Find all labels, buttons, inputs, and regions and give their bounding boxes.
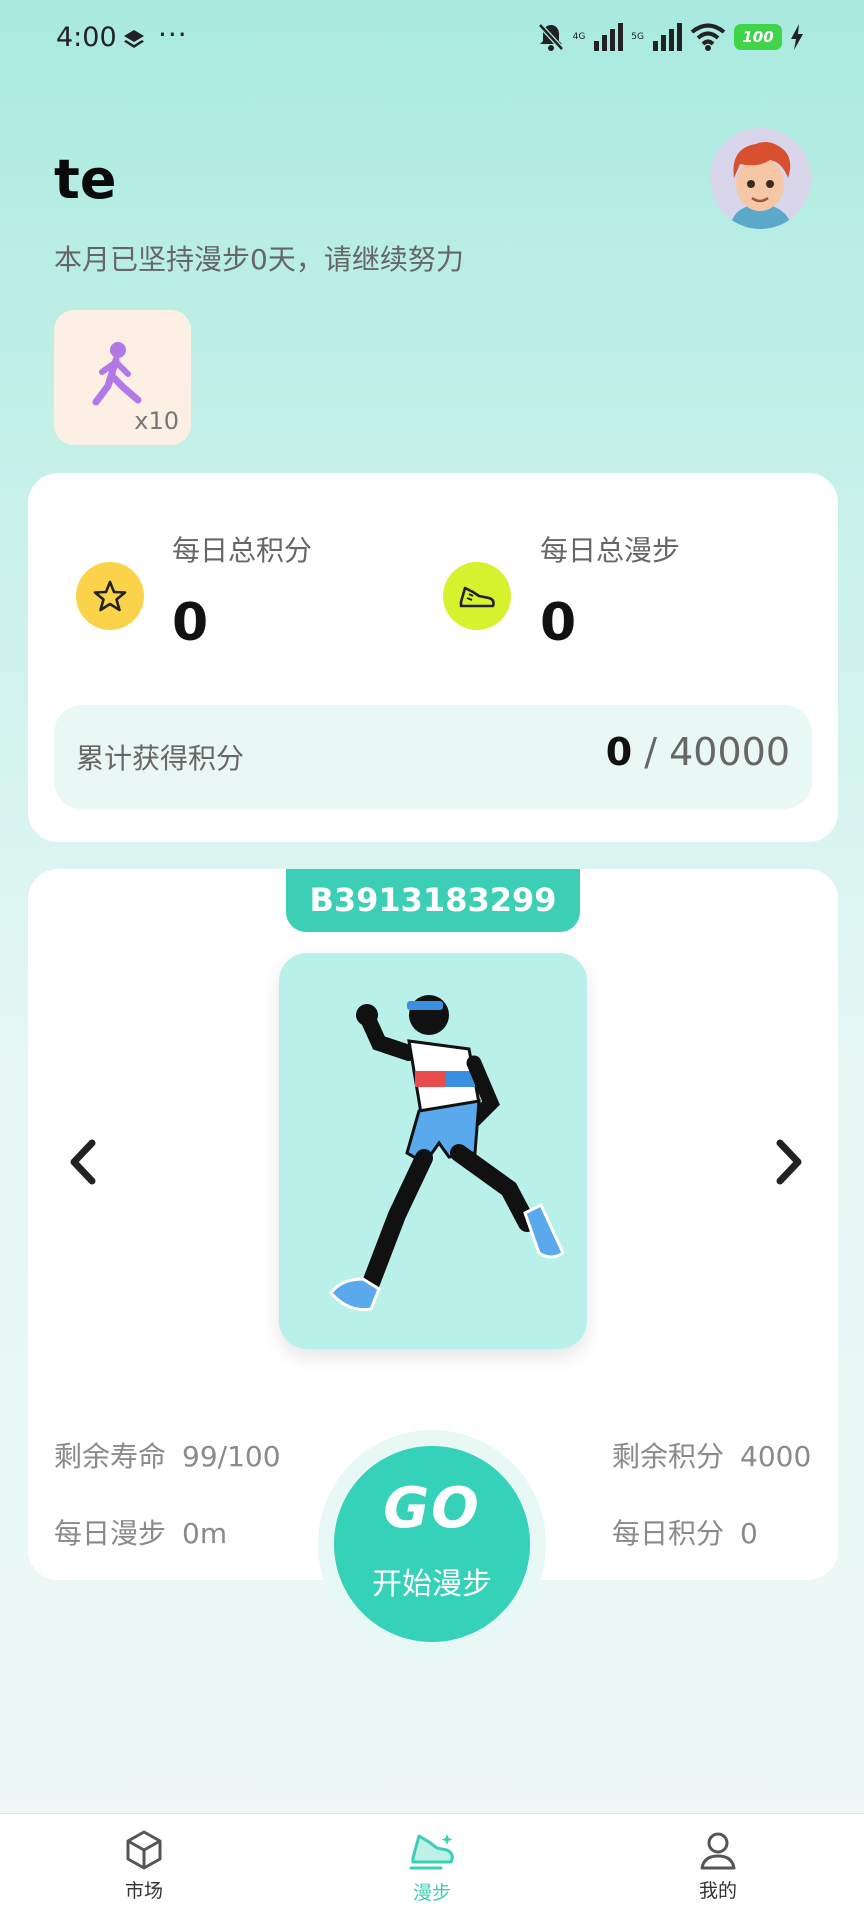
daily-walk-label: 每日漫步 <box>54 1517 167 1550</box>
badge-count: x10 <box>134 407 179 435</box>
daily-walk-value: 0m <box>182 1517 228 1550</box>
remaining-life-label: 剩余寿命 <box>54 1440 167 1473</box>
remaining-life: 剩余寿命 99/100 <box>54 1435 281 1475</box>
daily-steps-value: 0 <box>540 593 577 653</box>
nav-label-walk: 漫步 <box>412 1882 451 1904</box>
bottom-nav: 市场 漫步 我的 <box>0 1813 864 1920</box>
network-4g-label: 4G <box>572 32 586 42</box>
avatar-image <box>710 128 811 229</box>
network-5g-label: 5G <box>631 32 644 42</box>
more-dots-icon: ··· <box>158 18 188 51</box>
daily-points-label: 每日积分 <box>612 1517 725 1550</box>
runner-image[interactable] <box>279 953 587 1349</box>
cumulative-separator: / <box>632 730 670 774</box>
battery-indicator: 100 <box>734 24 782 50</box>
star-icon <box>93 580 127 612</box>
cumulative-points-label: 累计获得积分 <box>76 742 245 775</box>
go-text: GO <box>383 1476 481 1541</box>
start-walk-button[interactable]: GO 开始漫步 <box>334 1446 530 1642</box>
remaining-points-value: 4000 <box>740 1440 812 1473</box>
points-icon-circle <box>76 562 144 630</box>
walker-code: B3913183299 <box>286 869 580 932</box>
cumulative-points-box: 累计获得积分 0 / 40000 <box>54 705 812 809</box>
steps-icon-circle <box>443 562 511 630</box>
charging-bolt-icon <box>791 24 803 50</box>
remaining-life-value: 99/100 <box>182 1440 281 1473</box>
walking-person-icon <box>92 342 142 406</box>
sneaker-icon <box>459 586 495 608</box>
status-time: 4:00 <box>56 22 117 53</box>
sneaker-icon <box>409 1834 454 1870</box>
prev-arrow-icon[interactable] <box>64 1137 104 1187</box>
mute-bell-icon <box>537 23 564 51</box>
remaining-points: 剩余积分 4000 <box>612 1435 811 1475</box>
nav-item-walk[interactable]: 漫步 <box>372 1828 492 1905</box>
start-walk-label: 开始漫步 <box>372 1567 492 1602</box>
avatar[interactable] <box>710 128 811 229</box>
status-bar: 4:00 ··· 4G 5G 100 <box>0 0 864 80</box>
achievement-badge[interactable]: x10 <box>54 310 191 445</box>
wifi-icon <box>690 23 726 51</box>
runner-illustration <box>329 995 565 1312</box>
username: te <box>54 148 117 211</box>
signal-icon <box>653 23 682 51</box>
daily-points-value: 0 <box>740 1517 758 1550</box>
signal-icon <box>594 23 624 51</box>
nav-item-mine[interactable]: 我的 <box>658 1828 778 1903</box>
nav-item-market[interactable]: 市场 <box>84 1828 204 1903</box>
daily-walk: 每日漫步 0m <box>54 1512 227 1552</box>
nav-label-mine: 我的 <box>698 1880 737 1902</box>
layers-icon <box>124 30 144 48</box>
daily-steps-label: 每日总漫步 <box>540 534 681 567</box>
daily-points: 每日积分 0 <box>612 1512 758 1552</box>
cube-icon <box>126 1830 162 1870</box>
cumulative-total: 40000 <box>669 730 790 774</box>
cumulative-points-value: 0 / 40000 <box>606 730 790 774</box>
streak-subtitle: 本月已坚持漫步0天，请继续努力 <box>54 243 464 276</box>
cumulative-current: 0 <box>605 730 633 774</box>
daily-points-value: 0 <box>172 593 209 653</box>
daily-stats-card: 每日总积分 0 每日总漫步 0 累计获得积分 0 / 40000 <box>28 473 838 842</box>
remaining-points-label: 剩余积分 <box>612 1440 725 1473</box>
user-icon <box>700 1832 736 1870</box>
next-arrow-icon[interactable] <box>768 1137 808 1187</box>
nav-label-market: 市场 <box>124 1880 163 1902</box>
status-icons: 4G 5G 100 <box>537 22 804 52</box>
daily-points-label: 每日总积分 <box>172 534 313 567</box>
